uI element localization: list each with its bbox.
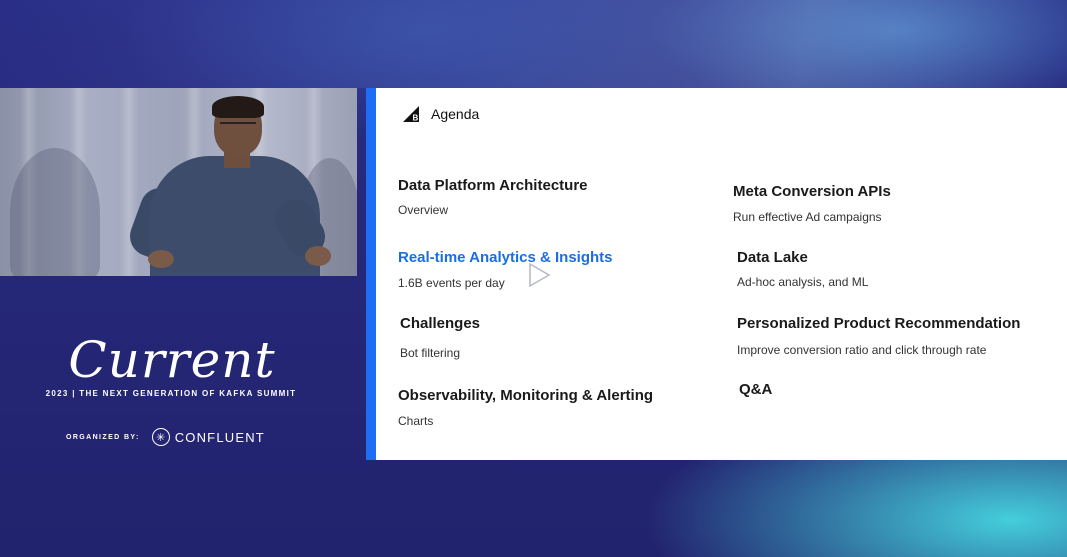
slide-title: Agenda <box>431 106 480 122</box>
agenda-item-title: Observability, Monitoring & Alerting <box>398 387 654 404</box>
agenda-item-subtitle: Overview <box>398 203 449 217</box>
agenda-item-title: Meta Conversion APIs <box>733 183 891 200</box>
agenda-item-subtitle: Bot filtering <box>400 346 461 360</box>
speaker-hand <box>148 250 174 268</box>
bigcommerce-logo-icon: B <box>403 106 419 123</box>
speaker-glasses <box>220 122 256 130</box>
agenda-item-title: Personalized Product Recommendation <box>737 315 1021 332</box>
confluent-logo-icon: ✳ <box>151 428 170 446</box>
organized-label: ORGANIZED BY: <box>66 433 140 441</box>
organized-by: ORGANIZED BY: ✳ CONFLUENT <box>66 426 265 448</box>
agenda-item-title: Data Platform Architecture <box>398 177 588 194</box>
agenda-item-title: Q&A <box>739 381 773 398</box>
background-streak <box>0 0 1067 88</box>
speaker-shadow <box>10 148 100 276</box>
slide-accent-bar <box>366 88 376 460</box>
speaker-hand <box>305 246 331 266</box>
svg-text:B: B <box>413 114 419 123</box>
agenda-item-subtitle: Charts <box>398 414 434 428</box>
agenda-item-title-active: Real-time Analytics & Insights <box>398 249 613 266</box>
agenda-item-subtitle: Run effective Ad campaigns <box>733 210 882 224</box>
speaker-video <box>0 88 357 276</box>
agenda-item-subtitle: Ad-hoc analysis, and ML <box>737 275 869 289</box>
agenda-item-title: Challenges <box>400 315 481 332</box>
current-logo: Current <box>68 331 276 389</box>
play-icon[interactable] <box>525 261 553 289</box>
speaker-hair <box>212 96 264 118</box>
agenda-slide: B Agenda Data Platform Architecture Over… <box>366 88 1067 460</box>
agenda-item-subtitle: Improve conversion ratio and click throu… <box>737 343 987 357</box>
agenda-item-title: Data Lake <box>737 249 808 266</box>
agenda-item-subtitle: 1.6B events per day <box>398 276 505 290</box>
organizer-name: CONFLUENT <box>174 429 265 445</box>
event-tagline: 2023 | THE NEXT GENERATION OF KAFKA SUMM… <box>45 389 297 398</box>
video-frame: Current 2023 | THE NEXT GENERATION OF KA… <box>0 0 1067 557</box>
